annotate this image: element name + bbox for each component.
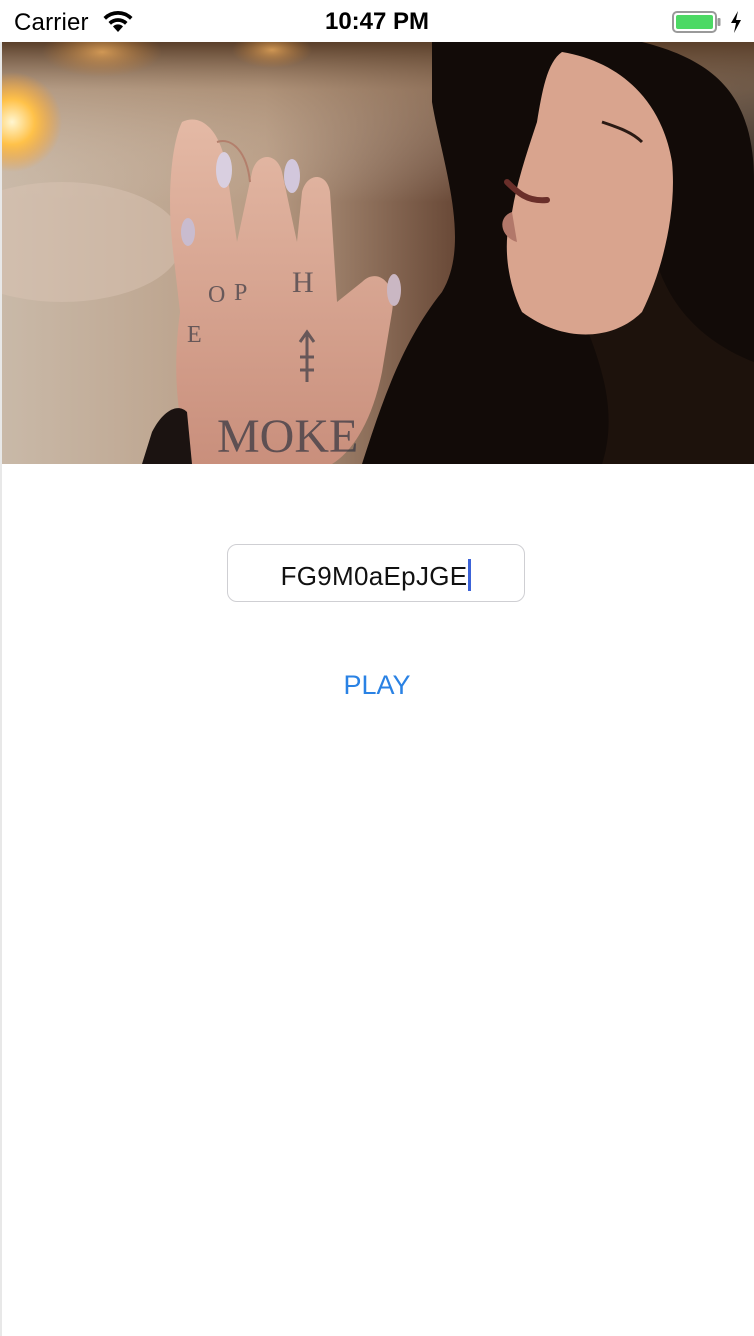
video-id-value: FG9M0aEpJGE <box>280 561 468 591</box>
play-button[interactable]: PLAY <box>300 666 454 706</box>
status-bar: Carrier 10:47 PM <box>0 0 754 42</box>
svg-text:MOKE: MOKE <box>217 410 358 463</box>
charging-bolt-icon <box>729 10 743 34</box>
video-player-frame[interactable]: MOKE H O P E <box>2 42 754 464</box>
status-time: 10:47 PM <box>324 8 430 35</box>
video-id-value-wrapper: FG9M0aEpJGE <box>228 559 524 592</box>
text-cursor <box>468 559 472 591</box>
svg-text:P: P <box>234 280 247 306</box>
svg-text:O: O <box>208 282 225 308</box>
video-id-input[interactable]: FG9M0aEpJGE <box>227 544 525 602</box>
svg-text:E: E <box>187 322 202 348</box>
app-screen: Carrier 10:47 PM MOKE H O P E FG9M0aEpJG… <box>0 0 754 1336</box>
battery-icon <box>672 11 722 33</box>
svg-text:H: H <box>292 266 314 299</box>
